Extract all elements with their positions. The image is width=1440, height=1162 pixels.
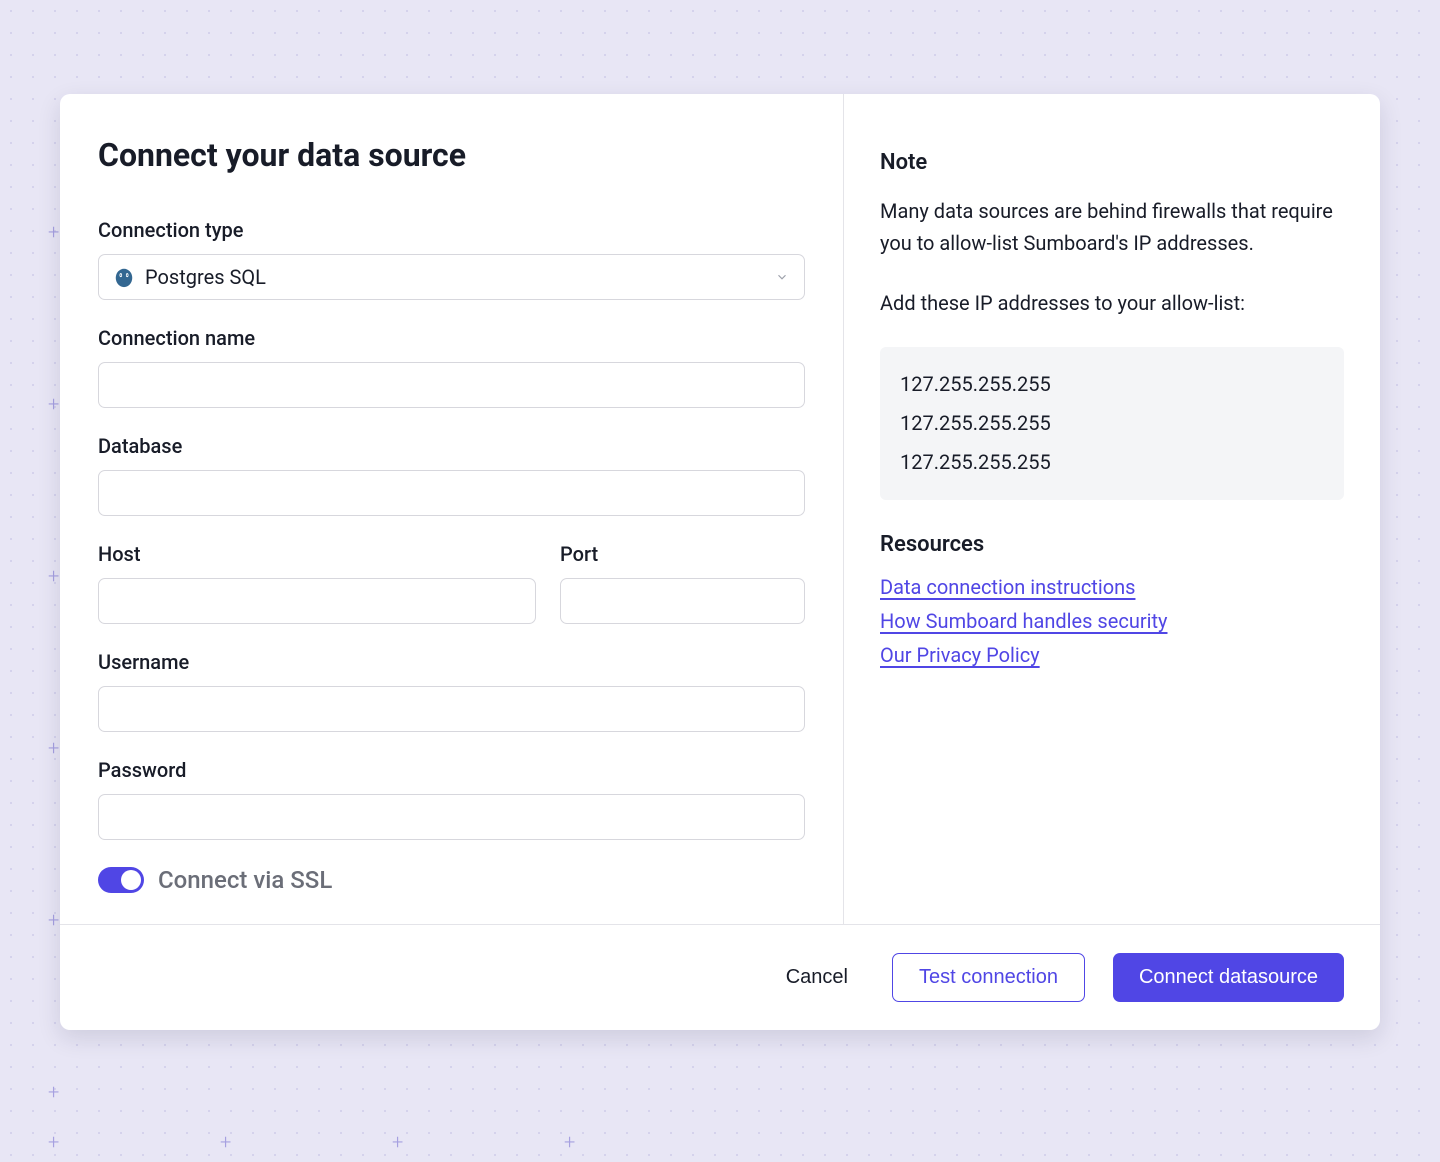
note-body-1: Many data sources are behind firewalls t… xyxy=(880,195,1344,259)
password-input[interactable] xyxy=(98,794,805,840)
ip-address: 127.255.255.255 xyxy=(900,404,1324,443)
ssl-toggle-label: Connect via SSL xyxy=(158,866,332,894)
connection-type-value: Postgres SQL xyxy=(145,265,266,289)
host-label: Host xyxy=(98,542,536,566)
bg-plus-icon: + xyxy=(392,1130,403,1154)
form-panel: Connect your data source Connection type… xyxy=(60,94,844,924)
bg-plus-icon: + xyxy=(48,1080,59,1104)
bg-plus-icon: + xyxy=(48,736,59,760)
note-body-2: Add these IP addresses to your allow-lis… xyxy=(880,287,1344,319)
username-label: Username xyxy=(98,650,805,674)
password-label: Password xyxy=(98,758,805,782)
bg-plus-icon: + xyxy=(48,908,59,932)
chevron-down-icon xyxy=(775,270,789,284)
ssl-toggle[interactable] xyxy=(98,867,144,893)
connection-name-label: Connection name xyxy=(98,326,805,350)
info-panel: Note Many data sources are behind firewa… xyxy=(844,94,1380,924)
postgres-icon xyxy=(113,266,135,288)
database-input[interactable] xyxy=(98,470,805,516)
ip-address: 127.255.255.255 xyxy=(900,365,1324,404)
resources-heading: Resources xyxy=(880,532,1344,557)
connection-type-label: Connection type xyxy=(98,218,805,242)
port-input[interactable] xyxy=(560,578,805,624)
ip-address: 127.255.255.255 xyxy=(900,443,1324,482)
bg-plus-icon: + xyxy=(220,1130,231,1154)
connect-datasource-button[interactable]: Connect datasource xyxy=(1113,953,1344,1002)
username-input[interactable] xyxy=(98,686,805,732)
ip-allowlist-box: 127.255.255.255 127.255.255.255 127.255.… xyxy=(880,347,1344,500)
connection-type-select[interactable]: Postgres SQL xyxy=(98,254,805,300)
cancel-button[interactable]: Cancel xyxy=(770,956,864,999)
connect-datasource-dialog: Connect your data source Connection type… xyxy=(60,94,1380,1030)
dialog-title: Connect your data source xyxy=(98,136,805,174)
resource-link-security[interactable]: How Sumboard handles security xyxy=(880,609,1168,633)
test-connection-button[interactable]: Test connection xyxy=(892,953,1085,1002)
host-input[interactable] xyxy=(98,578,536,624)
port-label: Port xyxy=(560,542,805,566)
bg-plus-icon: + xyxy=(48,220,59,244)
connection-name-input[interactable] xyxy=(98,362,805,408)
dialog-footer: Cancel Test connection Connect datasourc… xyxy=(60,924,1380,1030)
note-heading: Note xyxy=(880,150,1344,175)
toggle-knob xyxy=(121,870,141,890)
bg-plus-icon: + xyxy=(48,392,59,416)
bg-plus-icon: + xyxy=(48,564,59,588)
resource-link-instructions[interactable]: Data connection instructions xyxy=(880,575,1135,599)
bg-plus-icon: + xyxy=(564,1130,575,1154)
bg-plus-icon: + xyxy=(48,1130,59,1154)
resource-link-privacy[interactable]: Our Privacy Policy xyxy=(880,643,1040,667)
database-label: Database xyxy=(98,434,805,458)
